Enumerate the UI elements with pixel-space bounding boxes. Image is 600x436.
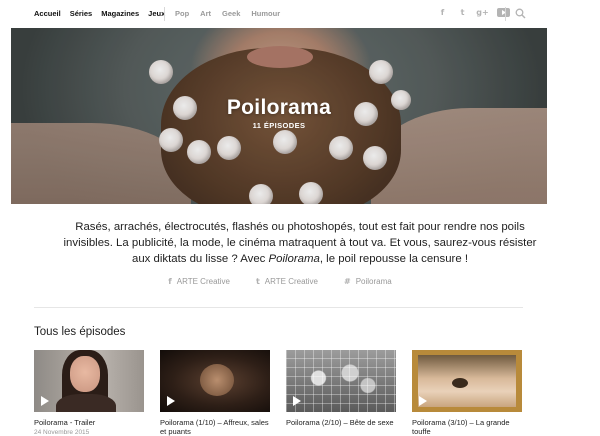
play-icon	[41, 396, 49, 406]
nav-item-humour[interactable]: Humour	[251, 9, 280, 18]
episode-card[interactable]: Poilorama (2/10) – Bête de sexe	[286, 350, 396, 436]
episode-title[interactable]: Poilorama (3/10) – La grande touffe	[412, 418, 522, 436]
episode-list: Poilorama - Trailer 24 Novembre 2015 Poi…	[34, 350, 522, 436]
play-icon	[293, 396, 301, 406]
social-links: f t g+	[437, 7, 510, 18]
nav-item-magazines[interactable]: Magazines	[101, 9, 139, 18]
share-links: f ARTE Creative t ARTE Creative # Poilor…	[0, 277, 560, 286]
description-text-end: , le poil repousse la censure !	[319, 253, 468, 265]
episode-thumbnail[interactable]	[412, 350, 522, 412]
divider	[34, 307, 523, 308]
youtube-icon[interactable]	[497, 8, 510, 17]
episode-card[interactable]: Poilorama - Trailer 24 Novembre 2015	[34, 350, 144, 436]
thumb-detail	[70, 356, 100, 392]
share-label: Poilorama	[355, 277, 392, 286]
share-hashtag[interactable]: # Poilorama	[344, 277, 392, 286]
twitter-icon[interactable]: t	[457, 7, 468, 18]
episode-thumbnail[interactable]	[160, 350, 270, 412]
thumb-detail	[286, 350, 396, 412]
section-title: Tous les épisodes	[34, 326, 126, 338]
nav-divider-2	[505, 7, 506, 21]
thumb-detail	[56, 394, 116, 412]
page-title: Poilorama	[226, 96, 332, 119]
facebook-icon[interactable]: f	[437, 7, 448, 18]
share-facebook[interactable]: f ARTE Creative	[168, 277, 230, 286]
nav-divider	[164, 7, 165, 21]
thumb-detail	[200, 364, 234, 396]
play-icon	[167, 396, 175, 406]
episode-thumbnail[interactable]	[286, 350, 396, 412]
episode-card[interactable]: Poilorama (3/10) – La grande touffe	[412, 350, 522, 436]
description-emphasis: Poilorama	[268, 253, 320, 265]
episode-card[interactable]: Poilorama (1/10) – Affreux, sales et pua…	[160, 350, 270, 436]
nav-item-jeux[interactable]: Jeux	[148, 9, 165, 18]
thumb-detail	[452, 378, 468, 388]
share-label: ARTE Creative	[176, 277, 230, 286]
google-plus-icon[interactable]: g+	[476, 7, 488, 18]
nav-item-art[interactable]: Art	[200, 9, 211, 18]
episode-thumbnail[interactable]	[34, 350, 144, 412]
twitter-icon: t	[255, 277, 260, 286]
facebook-icon: f	[168, 277, 172, 286]
nav-item-pop[interactable]: Pop	[175, 9, 189, 18]
nav-item-series[interactable]: Séries	[70, 9, 93, 18]
episode-date: 24 Novembre 2015	[34, 429, 90, 436]
episode-title[interactable]: Poilorama (2/10) – Bête de sexe	[286, 418, 396, 427]
primary-nav: Accueil Séries Magazines Jeux	[34, 9, 165, 18]
episode-title[interactable]: Poilorama - Trailer	[34, 418, 144, 427]
share-label: ARTE Creative	[264, 277, 318, 286]
secondary-nav: Pop Art Geek Humour	[175, 9, 280, 18]
play-icon	[419, 396, 427, 406]
nav-item-geek[interactable]: Geek	[222, 9, 240, 18]
episode-title[interactable]: Poilorama (1/10) – Affreux, sales et pua…	[160, 418, 270, 436]
share-twitter[interactable]: t ARTE Creative	[256, 277, 318, 286]
hero-banner: Poilorama 11 ÉPISODES	[11, 28, 547, 204]
top-nav: Accueil Séries Magazines Jeux Pop Art Ge…	[0, 0, 600, 28]
hashtag-icon: #	[344, 277, 351, 286]
search-icon[interactable]	[515, 8, 526, 19]
series-description: Rasés, arrachés, électrocutés, flashés o…	[60, 219, 540, 267]
episode-count: 11 ÉPISODES	[252, 121, 306, 130]
nav-item-accueil[interactable]: Accueil	[34, 9, 61, 18]
